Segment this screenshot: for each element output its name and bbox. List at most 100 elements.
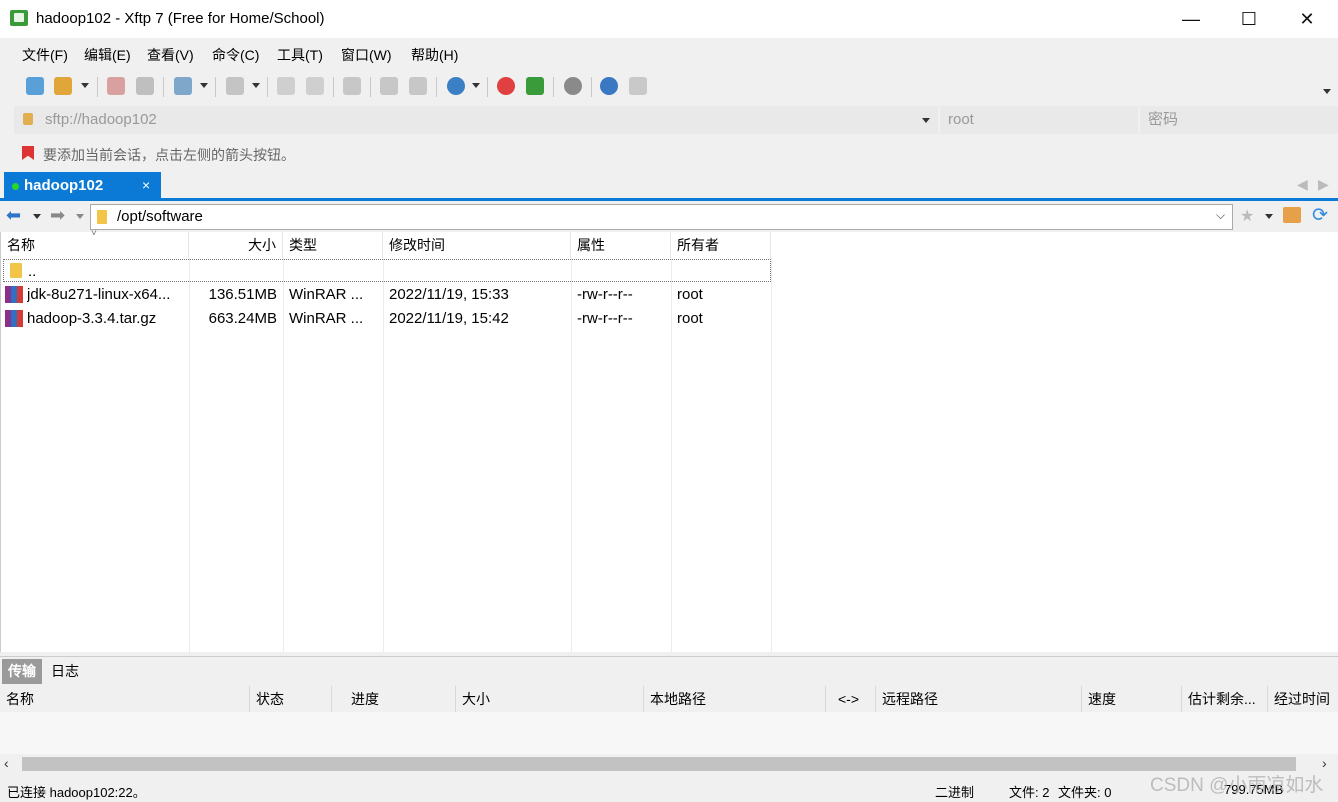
file-owner: root xyxy=(677,310,703,327)
toolbar-separator xyxy=(591,77,592,97)
tab-log[interactable]: 日志 xyxy=(51,659,79,684)
column-header-owner[interactable]: 所有者 xyxy=(671,232,771,258)
host-input[interactable]: sftp://hadoop102 xyxy=(14,106,938,134)
forward-dropdown-arrow-icon[interactable] xyxy=(76,214,84,219)
toolbar-separator xyxy=(487,77,488,97)
table-row[interactable]: hadoop-3.3.4.tar.gz 663.24MB WinRAR ... … xyxy=(3,307,771,330)
toolbar-separator xyxy=(215,77,216,97)
file-type: WinRAR ... xyxy=(289,310,364,327)
refresh-icon[interactable]: ⟳ xyxy=(1312,204,1328,227)
scroll-right-icon[interactable]: › xyxy=(1322,755,1327,771)
minimize-button[interactable]: — xyxy=(1162,0,1220,38)
menu-command[interactable]: 命令(C) xyxy=(212,45,259,65)
scrollbar-thumb[interactable] xyxy=(22,757,1296,771)
upload-icon[interactable] xyxy=(277,77,295,95)
password-input[interactable]: 密码 xyxy=(1140,106,1338,134)
column-header-size[interactable]: 大小 xyxy=(189,232,283,258)
file-count: 文件: 2 xyxy=(1009,785,1050,800)
username-input[interactable]: root xyxy=(940,106,1138,134)
disconnect-icon[interactable] xyxy=(136,77,154,95)
column-header-direction[interactable]: <-> xyxy=(826,686,876,712)
password-placeholder: 密码 xyxy=(1148,111,1179,128)
file-attributes: -rw-r--r-- xyxy=(577,310,633,327)
file-modified: 2022/11/19, 15:33 xyxy=(389,286,509,303)
file-name: hadoop-3.3.4.tar.gz xyxy=(27,310,157,327)
xftp-icon[interactable] xyxy=(526,77,544,95)
column-header-size[interactable]: 大小 xyxy=(456,686,644,712)
address-bar: sftp://hadoop102 root 密码 xyxy=(14,106,1338,134)
column-header-status[interactable]: 状态 xyxy=(250,686,332,712)
reconnect-icon[interactable] xyxy=(107,77,125,95)
tab-close-icon[interactable]: × xyxy=(142,177,150,193)
toolbar xyxy=(0,69,1338,104)
maximize-button[interactable]: ☐ xyxy=(1220,0,1278,38)
path-input[interactable]: /opt/software ⌵ xyxy=(90,204,1233,230)
preview-icon[interactable] xyxy=(226,77,244,95)
host-dropdown-arrow-icon[interactable] xyxy=(922,118,930,123)
open-dropdown-arrow-icon[interactable] xyxy=(81,83,89,88)
sync-icon[interactable] xyxy=(343,77,361,95)
bookmark-icon[interactable] xyxy=(22,146,34,160)
back-dropdown-arrow-icon[interactable] xyxy=(33,214,41,219)
scroll-left-icon[interactable]: ‹ xyxy=(4,755,9,771)
paste-icon[interactable] xyxy=(409,77,427,95)
column-header-local-path[interactable]: 本地路径 xyxy=(644,686,826,712)
file-attributes: -rw-r--r-- xyxy=(577,286,633,303)
horizontal-scrollbar[interactable]: ‹ › xyxy=(0,754,1338,774)
menu-view[interactable]: 查看(V) xyxy=(147,45,194,65)
toolbar-separator xyxy=(97,77,98,97)
help-icon[interactable] xyxy=(600,77,618,95)
menu-help[interactable]: 帮助(H) xyxy=(411,45,458,65)
chat-icon[interactable] xyxy=(629,77,647,95)
column-header-type[interactable]: 类型 xyxy=(283,232,383,258)
hint-text: 要添加当前会话，点击左侧的箭头按钮。 xyxy=(43,147,295,163)
column-header-remaining[interactable]: 估计剩余... xyxy=(1182,686,1268,712)
gear-icon[interactable] xyxy=(564,77,582,95)
table-row-parent[interactable]: .. xyxy=(3,259,771,282)
file-owner: root xyxy=(677,286,703,303)
settings-dropdown-arrow-icon[interactable] xyxy=(200,83,208,88)
new-session-icon[interactable] xyxy=(26,77,44,95)
file-size: 663.24MB xyxy=(208,310,277,327)
toolbar-overflow-arrow-icon[interactable] xyxy=(1323,89,1331,94)
folder-count: 文件夹: 0 xyxy=(1058,785,1112,800)
menu-edit[interactable]: 编辑(E) xyxy=(84,45,131,65)
tab-scroll-left-icon[interactable]: ◀ xyxy=(1297,176,1308,193)
open-folder-icon[interactable] xyxy=(54,77,72,95)
copy-icon[interactable] xyxy=(380,77,398,95)
connection-status: 已连接 hadoop102:22。 xyxy=(7,785,146,800)
column-header-elapsed[interactable]: 经过时间 xyxy=(1268,686,1338,712)
menu-file[interactable]: 文件(F) xyxy=(22,45,68,65)
star-icon[interactable]: ★ xyxy=(1240,206,1254,226)
download-icon[interactable] xyxy=(306,77,324,95)
column-header-modified[interactable]: 修改时间 xyxy=(383,232,571,258)
globe-icon[interactable] xyxy=(447,77,465,95)
session-settings-icon[interactable] xyxy=(174,77,192,95)
toolbar-separator xyxy=(436,77,437,97)
transfer-mode[interactable]: 二进制 xyxy=(935,782,974,801)
folder-icon xyxy=(97,210,107,224)
status-bar: 已连接 hadoop102:22。 二进制 文件: 2 文件夹: 0 799.7… xyxy=(0,775,1338,802)
close-button[interactable]: ✕ xyxy=(1278,0,1336,38)
tab-hadoop102[interactable]: hadoop102 × xyxy=(4,172,161,200)
forward-arrow-icon[interactable]: ➡ xyxy=(50,205,65,226)
toolbar-separator xyxy=(267,77,268,97)
xshell-icon[interactable] xyxy=(497,77,515,95)
column-header-speed[interactable]: 速度 xyxy=(1082,686,1182,712)
menu-window[interactable]: 窗口(W) xyxy=(341,45,392,65)
menu-tools[interactable]: 工具(T) xyxy=(277,45,323,65)
file-list: 名称 ˅ 大小 类型 修改时间 属性 所有者 .. jdk-8u271-linu… xyxy=(0,228,1338,652)
preview-dropdown-arrow-icon[interactable] xyxy=(252,83,260,88)
path-dropdown-icon[interactable]: ⌵ xyxy=(1216,208,1225,223)
home-icon[interactable] xyxy=(1283,207,1301,223)
column-header-remote-path[interactable]: 远程路径 xyxy=(876,686,1082,712)
favorites-dropdown-arrow-icon[interactable] xyxy=(1265,214,1273,219)
back-arrow-icon[interactable]: ⬅ xyxy=(6,205,21,226)
column-header-name[interactable]: 名称 xyxy=(0,686,250,712)
column-header-progress[interactable]: 进度 xyxy=(332,686,456,712)
encoding-dropdown-arrow-icon[interactable] xyxy=(472,83,480,88)
column-header-attributes[interactable]: 属性 xyxy=(571,232,671,258)
tab-scroll-right-icon[interactable]: ▶ xyxy=(1318,176,1329,193)
tab-transfer[interactable]: 传输 xyxy=(2,659,42,684)
table-row[interactable]: jdk-8u271-linux-x64... 136.51MB WinRAR .… xyxy=(3,283,771,306)
